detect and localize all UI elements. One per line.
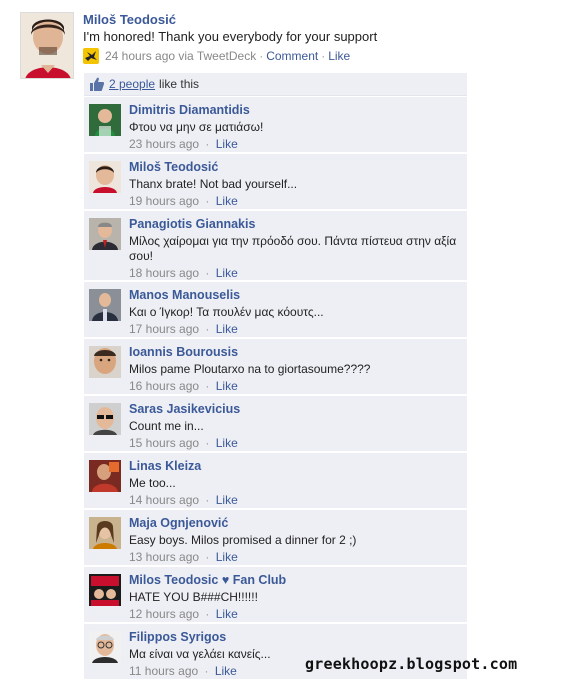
comment-time: 15 hours ago — [129, 436, 200, 450]
comment-time: 12 hours ago — [129, 607, 200, 621]
comment-item: Saras Jasikevicius Count me in... 15 hours… — [84, 396, 467, 452]
comment-item: Miloš Teodosić Thanx brate! Not bad yours… — [84, 154, 467, 210]
commenter-name[interactable]: Dimitris Diamantidis — [129, 102, 461, 118]
comment-time: 23 hours ago — [129, 137, 200, 151]
post-time: 24 hours ago via TweetDeck — [105, 49, 257, 63]
comment-meta: 15 hours ago · Like — [129, 436, 461, 451]
like-link[interactable]: Like — [328, 48, 350, 64]
comment-meta: 23 hours ago · Like — [129, 137, 461, 152]
watermark: greekhoopz.blogspot.com — [305, 655, 518, 673]
separator-dot: · — [202, 194, 213, 208]
comment-item: Panagiotis Giannakis Μίλος χαίρομαι για τ… — [84, 211, 467, 281]
comment-item: Milos Teodosic ♥ Fan Club HATE YOU B###CH… — [84, 567, 467, 623]
comment-list: Dimitris Diamantidis Φτου να μην σε ματιά… — [84, 97, 467, 681]
comment-time: 14 hours ago — [129, 493, 200, 507]
commenter-name[interactable]: Linas Kleiza — [129, 458, 461, 474]
comment-time: 13 hours ago — [129, 550, 200, 564]
post-text: I'm honored! Thank you everybody for you… — [83, 29, 378, 44]
comment-text: Και ο Ίγκορ! Τα πουλέν μας κόουτς... — [129, 305, 324, 319]
comment-time: 16 hours ago — [129, 379, 200, 393]
comment-meta: 17 hours ago · Like — [129, 322, 461, 337]
commenter-avatar[interactable] — [89, 161, 121, 193]
commenter-avatar[interactable] — [89, 104, 121, 136]
separator-dot: · — [201, 664, 212, 678]
likes-suffix: like this — [159, 77, 200, 91]
commenter-avatar[interactable] — [89, 574, 121, 606]
separator-dot: · — [202, 493, 213, 507]
post-meta: 24 hours ago via TweetDeck · Comment · L… — [83, 48, 473, 64]
comment-item: Linas Kleiza Me too... 14 hours ago · Like — [84, 453, 467, 509]
comment-text: Count me in... — [129, 419, 204, 433]
comment-item: Maja Ognjenović Easy boys. Milos promised… — [84, 510, 467, 566]
commenter-avatar[interactable] — [89, 460, 121, 492]
comment-time: 11 hours ago — [129, 664, 199, 678]
comment-like-link[interactable]: Like — [216, 194, 238, 208]
commenter-name[interactable]: Filippos Syrigos — [129, 629, 461, 645]
post-author-name[interactable]: Miloš Teodosić — [83, 12, 473, 28]
separator-dot: · — [202, 266, 213, 280]
separator-dot: · — [202, 550, 213, 564]
commenter-avatar[interactable] — [89, 517, 121, 549]
commenter-avatar[interactable] — [89, 218, 121, 250]
comment-like-link[interactable]: Like — [216, 607, 238, 621]
comment-text: Thanx brate! Not bad yourself... — [129, 177, 298, 191]
separator-dot: · — [202, 322, 213, 336]
comment-meta: 13 hours ago · Like — [129, 550, 461, 565]
commenter-name[interactable]: Panagiotis Giannakis — [129, 216, 461, 232]
comment-like-link[interactable]: Like — [216, 379, 238, 393]
comment-like-link[interactable]: Like — [216, 550, 238, 564]
commenter-name[interactable]: Saras Jasikevicius — [129, 401, 461, 417]
comment-meta: 18 hours ago · Like — [129, 266, 461, 281]
comment-link[interactable]: Comment — [266, 48, 318, 64]
likers-link[interactable]: 2 people — [109, 77, 155, 91]
comment-time: 17 hours ago — [129, 322, 200, 336]
comment-item: Manos Manouselis Και ο Ίγκορ! Τα πουλέν μ… — [84, 282, 467, 338]
separator-dot: · — [202, 137, 213, 151]
comment-item: Dimitris Diamantidis Φτου να μην σε ματιά… — [84, 97, 467, 153]
separator-dot: · — [259, 49, 264, 63]
commenter-avatar[interactable] — [89, 403, 121, 435]
comment-meta: 16 hours ago · Like — [129, 379, 461, 394]
commenter-name[interactable]: Milos Teodosic ♥ Fan Club — [129, 572, 461, 588]
comment-like-link[interactable]: Like — [216, 493, 238, 507]
commenter-name[interactable]: Ioannis Bourousis — [129, 344, 461, 360]
separator-dot: · — [202, 379, 213, 393]
comment-meta: 12 hours ago · Like — [129, 607, 461, 622]
comment-time: 18 hours ago — [129, 266, 200, 280]
comment-meta: 14 hours ago · Like — [129, 493, 461, 508]
comment-item: Ioannis Bourousis Milos pame Ploutarxo na… — [84, 339, 467, 395]
commenter-avatar[interactable] — [89, 289, 121, 321]
comment-like-link[interactable]: Like — [216, 322, 238, 336]
comment-meta: 19 hours ago · Like — [129, 194, 461, 209]
commenter-avatar[interactable] — [89, 346, 121, 378]
comment-like-link[interactable]: Like — [215, 664, 237, 678]
thumbs-up-icon — [90, 77, 104, 91]
comment-like-link[interactable]: Like — [216, 436, 238, 450]
comment-text: Μίλος χαίρομαι για την πρόοδό σου. Πάντα… — [129, 234, 457, 263]
comment-text: Easy boys. Milos promised a dinner for 2… — [129, 533, 357, 547]
commenter-name[interactable]: Maja Ognjenović — [129, 515, 461, 531]
comment-like-link[interactable]: Like — [216, 137, 238, 151]
comment-text: Φτου να μην σε ματιάσω! — [129, 120, 264, 134]
likes-summary: 2 people like this — [84, 73, 467, 96]
separator-dot: · — [321, 49, 326, 63]
comment-text: HATE YOU B###CH!!!!!! — [129, 590, 258, 604]
commenter-name[interactable]: Manos Manouselis — [129, 287, 461, 303]
separator-dot: · — [202, 436, 213, 450]
comment-time: 19 hours ago — [129, 194, 200, 208]
separator-dot: · — [202, 607, 213, 621]
author-avatar[interactable] — [20, 12, 74, 79]
comment-like-link[interactable]: Like — [216, 266, 238, 280]
comment-text: Milos pame Ploutarxo na to giortasoume??… — [129, 362, 371, 376]
tweetdeck-icon — [83, 48, 99, 64]
commenter-avatar[interactable] — [89, 631, 121, 663]
commenter-name[interactable]: Miloš Teodosić — [129, 159, 461, 175]
comment-text: Me too... — [129, 476, 176, 490]
